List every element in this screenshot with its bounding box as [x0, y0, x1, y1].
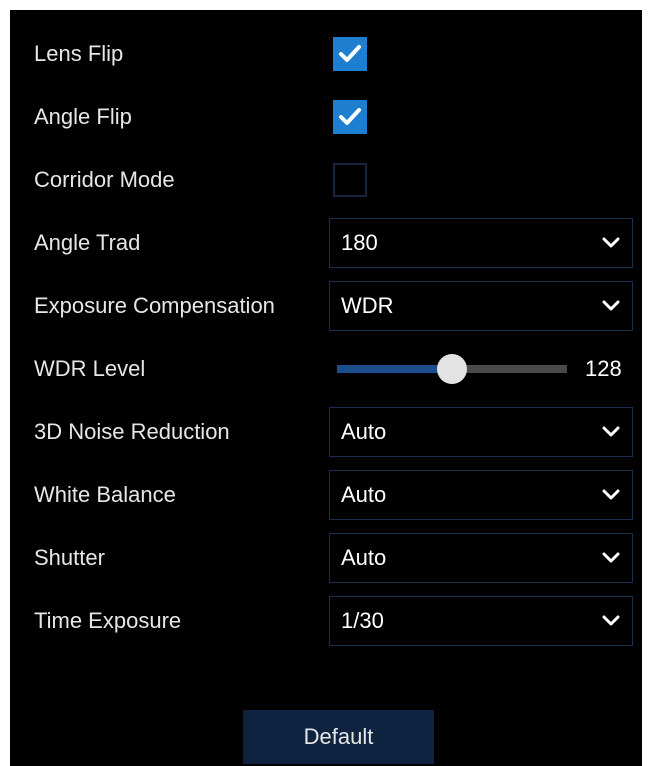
- exposure-compensation-select[interactable]: WDR: [329, 281, 633, 331]
- wdr-level-row: WDR Level 128: [10, 343, 642, 395]
- lens-flip-row: Lens Flip: [10, 28, 642, 80]
- exposure-compensation-value: WDR: [341, 293, 394, 318]
- angle-flip-checkbox[interactable]: [333, 100, 367, 134]
- noise-reduction-select[interactable]: Auto: [329, 407, 633, 457]
- chevron-down-icon: [602, 552, 620, 563]
- wdr-level-label: WDR Level: [34, 356, 146, 381]
- chevron-down-icon: [602, 426, 620, 437]
- angle-trad-value: 180: [341, 230, 378, 255]
- time-exposure-row: Time Exposure 1/30: [10, 595, 642, 647]
- time-exposure-select[interactable]: 1/30: [329, 596, 633, 646]
- angle-flip-row: Angle Flip: [10, 91, 642, 143]
- wdr-level-value: 128: [585, 356, 622, 381]
- corridor-mode-checkbox[interactable]: [333, 163, 367, 197]
- image-settings-panel: Lens Flip Angle Flip Corridor Mode Angle…: [10, 10, 642, 766]
- time-exposure-value: 1/30: [341, 608, 384, 633]
- shutter-label: Shutter: [34, 545, 105, 570]
- white-balance-select[interactable]: Auto: [329, 470, 633, 520]
- shutter-value: Auto: [341, 545, 387, 570]
- chevron-down-icon: [602, 300, 620, 311]
- exposure-compensation-label: Exposure Compensation: [34, 293, 275, 318]
- chevron-down-icon: [602, 615, 620, 626]
- white-balance-row: White Balance Auto: [10, 469, 642, 521]
- chevron-down-icon: [602, 237, 620, 248]
- white-balance-value: Auto: [341, 482, 387, 507]
- noise-reduction-row: 3D Noise Reduction Auto: [10, 406, 642, 458]
- noise-reduction-label: 3D Noise Reduction: [34, 419, 230, 444]
- shutter-select[interactable]: Auto: [329, 533, 633, 583]
- lens-flip-checkbox[interactable]: [333, 37, 367, 71]
- corridor-mode-row: Corridor Mode: [10, 154, 642, 206]
- wdr-level-slider[interactable]: [337, 354, 567, 384]
- checkmark-icon: [339, 45, 361, 62]
- checkmark-icon: [339, 108, 361, 125]
- white-balance-label: White Balance: [34, 482, 176, 507]
- lens-flip-label: Lens Flip: [34, 41, 124, 66]
- angle-flip-label: Angle Flip: [34, 104, 132, 129]
- corridor-mode-label: Corridor Mode: [34, 167, 175, 192]
- slider-fill: [337, 365, 452, 373]
- chevron-down-icon: [602, 489, 620, 500]
- angle-trad-label: Angle Trad: [34, 230, 141, 255]
- default-button[interactable]: Default: [243, 710, 434, 764]
- noise-reduction-value: Auto: [341, 419, 387, 444]
- shutter-row: Shutter Auto: [10, 532, 642, 584]
- angle-trad-row: Angle Trad 180: [10, 217, 642, 269]
- angle-trad-select[interactable]: 180: [329, 218, 633, 268]
- time-exposure-label: Time Exposure: [34, 608, 182, 633]
- exposure-compensation-row: Exposure Compensation WDR: [10, 280, 642, 332]
- slider-knob[interactable]: [437, 354, 467, 384]
